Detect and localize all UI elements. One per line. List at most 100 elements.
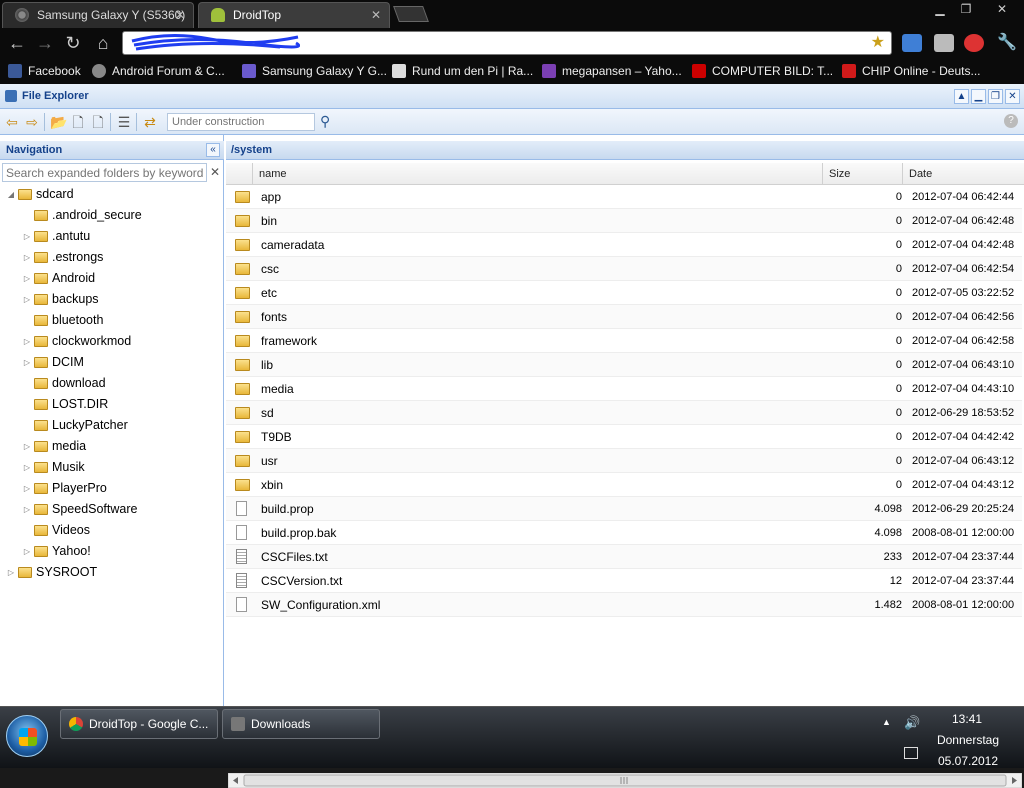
expand-arrow-icon[interactable]: ▷ bbox=[22, 226, 32, 247]
collapse-up-icon[interactable]: ▲ bbox=[954, 89, 969, 104]
file-row[interactable]: CSCFiles.txt 233 2012-07-04 23:37:44 bbox=[226, 545, 1022, 569]
tree-node[interactable]: ▷ Android bbox=[22, 268, 224, 289]
file-row[interactable]: T9DB 0 2012-07-04 04:42:42 bbox=[226, 425, 1022, 449]
new-document-icon[interactable]: 🗋 bbox=[90, 114, 106, 130]
navigation-search-input[interactable] bbox=[3, 164, 206, 181]
tree-node[interactable]: download bbox=[22, 373, 224, 394]
tree-node[interactable]: bluetooth bbox=[22, 310, 224, 331]
taskbar-item-downloads[interactable]: Downloads bbox=[222, 709, 380, 739]
close-tab-icon[interactable]: ✕ bbox=[175, 3, 185, 27]
file-row[interactable]: lib 0 2012-07-04 06:43:10 bbox=[226, 353, 1022, 377]
bookmark-samsung-galaxy[interactable]: Samsung Galaxy Y G... bbox=[242, 63, 387, 79]
file-row[interactable]: bin 0 2012-07-04 06:42:48 bbox=[226, 209, 1022, 233]
search-icon[interactable]: ⚲ bbox=[320, 113, 330, 130]
new-tab-button[interactable] bbox=[393, 6, 429, 22]
minimize-panel-icon[interactable]: ▁ bbox=[971, 89, 986, 104]
file-row[interactable]: csc 0 2012-07-04 06:42:54 bbox=[226, 257, 1022, 281]
expand-arrow-icon[interactable]: ▷ bbox=[22, 352, 32, 373]
transfer-icon[interactable]: ⇄ bbox=[142, 114, 158, 130]
clock-time[interactable]: 13:41 bbox=[936, 712, 998, 726]
file-row[interactable]: SW_Configuration.xml 1.482 2008-08-01 12:0… bbox=[226, 593, 1022, 617]
tree-node[interactable]: ▷ Musik bbox=[22, 457, 224, 478]
clear-search-icon[interactable]: ✕ bbox=[208, 165, 222, 179]
new-file-icon[interactable]: 🗋 bbox=[70, 114, 86, 130]
restore-panel-icon[interactable]: ❐ bbox=[988, 89, 1003, 104]
under-construction-input[interactable] bbox=[168, 114, 314, 130]
stop-extension-icon[interactable] bbox=[964, 34, 984, 52]
expand-arrow-icon[interactable]: ▷ bbox=[22, 436, 32, 457]
forward-arrow-icon[interactable]: ⇨ bbox=[24, 114, 40, 130]
file-row[interactable]: app 0 2012-07-04 06:42:44 bbox=[226, 185, 1022, 209]
reload-icon[interactable]: ↻ bbox=[62, 32, 84, 54]
tree-node[interactable]: ▷ DCIM bbox=[22, 352, 224, 373]
collapse-left-icon[interactable]: « bbox=[206, 143, 220, 157]
properties-icon[interactable]: ☰ bbox=[116, 114, 132, 130]
expand-arrow-icon[interactable]: ▷ bbox=[22, 478, 32, 499]
network-icon[interactable] bbox=[904, 747, 918, 759]
bookmark-facebook[interactable]: Facebook bbox=[8, 63, 81, 79]
bookmark-raspberry-pi[interactable]: Rund um den Pi | Ra... bbox=[392, 63, 533, 79]
toolbar-input[interactable] bbox=[167, 113, 315, 131]
file-row[interactable]: xbin 0 2012-07-04 04:43:12 bbox=[226, 473, 1022, 497]
tab-samsung-galaxy[interactable]: Samsung Galaxy Y (S5360) ✕ bbox=[2, 2, 194, 28]
bookmark-chip-online[interactable]: CHIP Online - Deuts... bbox=[842, 63, 981, 79]
tree-node[interactable]: Videos bbox=[22, 520, 224, 541]
expand-arrow-icon[interactable]: ▷ bbox=[22, 268, 32, 289]
tree-node[interactable]: ▷ PlayerPro bbox=[22, 478, 224, 499]
file-row[interactable]: etc 0 2012-07-05 03:22:52 bbox=[226, 281, 1022, 305]
expand-arrow-icon[interactable]: ▷ bbox=[22, 541, 32, 562]
expand-arrow-icon[interactable]: ▷ bbox=[22, 331, 32, 352]
volume-icon[interactable]: 🔊 bbox=[904, 715, 920, 731]
bookmark-star-icon[interactable]: ★ bbox=[871, 34, 885, 52]
column-name[interactable]: name bbox=[252, 163, 822, 185]
tree-node[interactable]: ▷ .estrongs bbox=[22, 247, 224, 268]
horizontal-scrollbar[interactable] bbox=[228, 773, 1022, 788]
mail-extension-icon[interactable] bbox=[934, 34, 954, 52]
close-panel-icon[interactable]: ✕ bbox=[1005, 89, 1020, 104]
file-row[interactable]: framework 0 2012-07-04 06:42:58 bbox=[226, 329, 1022, 353]
clock-date[interactable]: 05.07.2012 bbox=[930, 754, 1006, 768]
restore-window-icon[interactable]: ❐ bbox=[952, 0, 980, 18]
close-window-icon[interactable]: ✕ bbox=[984, 0, 1020, 18]
expand-arrow-icon[interactable]: ▷ bbox=[22, 499, 32, 520]
close-tab-icon[interactable]: ✕ bbox=[371, 3, 381, 27]
tree-node[interactable]: ▷ backups bbox=[22, 289, 224, 310]
expanded-arrow-icon[interactable]: ◢ bbox=[6, 184, 16, 205]
expand-arrow-icon[interactable]: ▷ bbox=[22, 247, 32, 268]
show-hidden-icons-icon[interactable]: ▲ bbox=[882, 717, 891, 727]
file-row[interactable]: usr 0 2012-07-04 06:43:12 bbox=[226, 449, 1022, 473]
expand-arrow-icon[interactable]: ▷ bbox=[22, 289, 32, 310]
forward-arrow-icon[interactable]: → bbox=[34, 32, 56, 54]
file-row[interactable]: build.prop 4.098 2012-06-29 20:25:24 bbox=[226, 497, 1022, 521]
tree-node[interactable]: ▷ SYSROOT bbox=[6, 562, 224, 583]
taskbar-item-chrome[interactable]: DroidTop - Google C... bbox=[60, 709, 218, 739]
file-row[interactable]: media 0 2012-07-04 04:43:10 bbox=[226, 377, 1022, 401]
home-icon[interactable]: ⌂ bbox=[92, 32, 114, 54]
minimize-window-icon[interactable]: ▁ bbox=[926, 0, 954, 18]
open-folder-icon[interactable]: 📂 bbox=[50, 114, 67, 130]
tree-node[interactable]: LOST.DIR bbox=[22, 394, 224, 415]
back-arrow-icon[interactable]: ⇦ bbox=[4, 114, 20, 130]
bookmark-megapansen[interactable]: megapansen – Yaho... bbox=[542, 63, 682, 79]
file-row[interactable]: cameradata 0 2012-07-04 04:42:48 bbox=[226, 233, 1022, 257]
tree-node[interactable]: ▷ .antutu bbox=[22, 226, 224, 247]
column-date[interactable]: Date bbox=[902, 163, 1024, 185]
bookmark-android-forum[interactable]: Android Forum & C... bbox=[92, 63, 225, 79]
bookmark-computer-bild[interactable]: COMPUTER BILD: T... bbox=[692, 63, 833, 79]
start-button[interactable] bbox=[6, 715, 48, 757]
file-row[interactable]: build.prop.bak 4.098 2008-08-01 12:00:00 bbox=[226, 521, 1022, 545]
download-extension-icon[interactable] bbox=[902, 34, 922, 52]
tree-node[interactable]: ▷ clockworkmod bbox=[22, 331, 224, 352]
help-icon[interactable]: ? bbox=[1004, 114, 1018, 128]
back-arrow-icon[interactable]: ← bbox=[6, 32, 28, 54]
tree-node[interactable]: .android_secure bbox=[22, 205, 224, 226]
column-size[interactable]: Size bbox=[822, 163, 902, 185]
file-row[interactable]: CSCVersion.txt 12 2012-07-04 23:37:44 bbox=[226, 569, 1022, 593]
file-row[interactable]: fonts 0 2012-07-04 06:42:56 bbox=[226, 305, 1022, 329]
tree-node[interactable]: LuckyPatcher bbox=[22, 415, 224, 436]
expand-arrow-icon[interactable]: ▷ bbox=[22, 457, 32, 478]
navigation-search-field[interactable] bbox=[2, 163, 207, 182]
file-row[interactable]: sd 0 2012-06-29 18:53:52 bbox=[226, 401, 1022, 425]
tree-node[interactable]: ▷ Yahoo! bbox=[22, 541, 224, 562]
wrench-menu-icon[interactable]: 🔧 bbox=[996, 32, 1018, 54]
